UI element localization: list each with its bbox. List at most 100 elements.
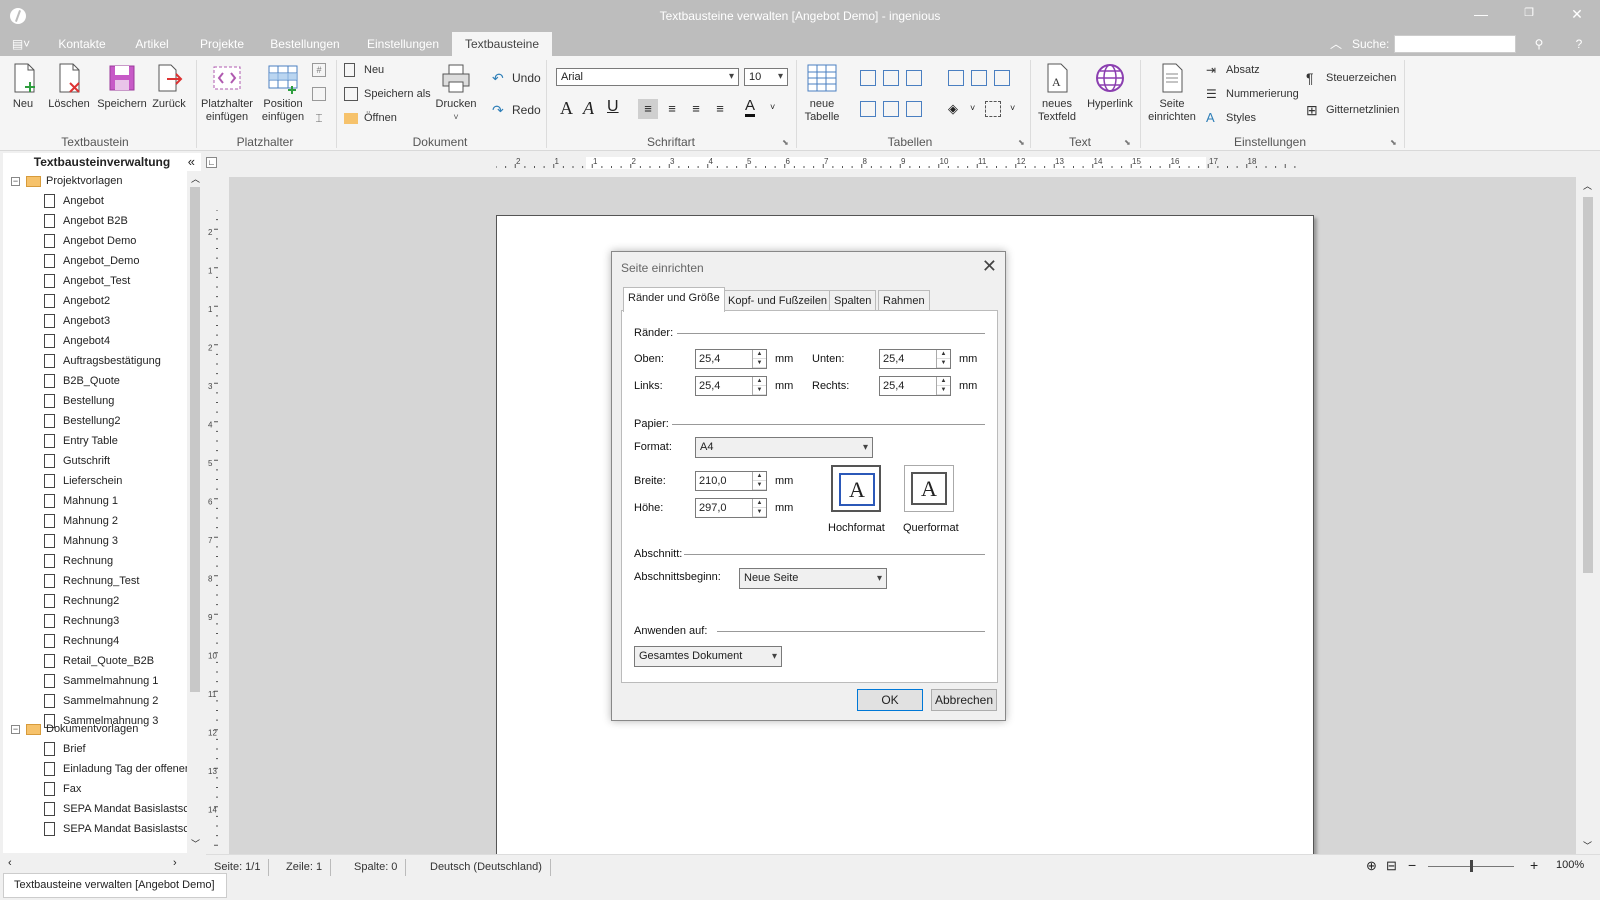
- tree-item[interactable]: Sammelmahnung 1: [44, 671, 158, 691]
- hash-icon[interactable]: #: [312, 63, 326, 77]
- app-menu-icon[interactable]: ▤˅: [10, 32, 32, 56]
- tree-item[interactable]: Rechnung4: [44, 631, 119, 651]
- fit-page-icon[interactable]: ⊕: [1366, 858, 1377, 874]
- tree-item[interactable]: Sammelmahnung 2: [44, 691, 158, 711]
- tree-item[interactable]: Einladung Tag der offener: [44, 759, 187, 779]
- insert-row-above-icon[interactable]: [860, 101, 876, 117]
- zoom-out-icon[interactable]: −: [1408, 857, 1416, 873]
- help-icon[interactable]: ?: [1570, 32, 1588, 56]
- tree-item[interactable]: Bestellung2: [44, 411, 121, 431]
- fit-width-icon[interactable]: ⊟: [1386, 858, 1397, 874]
- close-icon[interactable]: ✕: [982, 256, 997, 277]
- insert-row-below-icon[interactable]: [883, 101, 899, 117]
- chevron-down-icon[interactable]: ˅: [1010, 103, 1015, 113]
- horizontal-ruler[interactable]: ∟ 2 1 1 2 3 4 5 6 7 8 9 10 11 12 13 14 15 16 17 18: [206, 153, 1579, 175]
- steuerzeichen-button[interactable]: ¶ Steuerzeichen: [1306, 68, 1396, 88]
- column-width-icon[interactable]: [994, 70, 1010, 86]
- tab-einstellungen[interactable]: Einstellungen: [360, 32, 446, 56]
- nummerierung-button[interactable]: ☰ Nummerierung: [1206, 84, 1299, 104]
- tree-item[interactable]: Angebot2: [44, 291, 110, 311]
- tab-artikel[interactable]: Artikel: [124, 32, 180, 56]
- zoom-slider-thumb[interactable]: [1470, 860, 1473, 872]
- tree-item[interactable]: Angebot_Demo: [44, 251, 139, 271]
- scroll-left-icon[interactable]: ‹: [8, 857, 12, 869]
- vertical-ruler[interactable]: 2 1 1 2 3 4 5 6 7 8 9 10 11 12 13 14: [206, 175, 228, 855]
- neues-textfeld-button[interactable]: A neues Textfeld: [1034, 62, 1080, 124]
- align-right-icon[interactable]: ≡: [686, 99, 706, 119]
- hochformat-option[interactable]: A: [831, 465, 881, 512]
- spinner-icon[interactable]: ▲ ▼: [752, 377, 766, 395]
- tree-item[interactable]: Angebot_Test: [44, 271, 130, 291]
- speichern-button[interactable]: Speichern: [96, 62, 148, 111]
- oben-input[interactable]: 25,4 ▲ ▼: [695, 349, 767, 369]
- speichern-als-button[interactable]: Speichern als: [344, 84, 431, 104]
- dokument-neu-button[interactable]: Neu: [344, 60, 384, 80]
- rechts-input[interactable]: 25,4 ▲ ▼: [879, 376, 951, 396]
- delete-row-icon[interactable]: [906, 101, 922, 117]
- spinner-icon[interactable]: ▲ ▼: [752, 472, 766, 490]
- collapse-toggle-icon[interactable]: −: [11, 724, 20, 734]
- links-input[interactable]: 25,4 ▲ ▼: [695, 376, 767, 396]
- spinner-icon[interactable]: ▲ ▼: [936, 377, 950, 395]
- open-window-tab[interactable]: Textbausteine verwalten [Angebot Demo]: [3, 873, 227, 898]
- collapse-panel-icon[interactable]: «: [188, 153, 195, 171]
- minimize-button[interactable]: —: [1466, 6, 1496, 26]
- tree-item[interactable]: Rechnung2: [44, 591, 119, 611]
- tab-rahmen[interactable]: Rahmen: [878, 290, 930, 311]
- font-grow-icon[interactable]: A: [560, 98, 573, 119]
- scroll-up-icon[interactable]: ︿: [1583, 179, 1592, 192]
- anwenden-select[interactable]: Gesamtes Dokument ▾: [634, 646, 782, 667]
- tree-folder-projektvorlagen[interactable]: − Projektvorlagen: [11, 171, 122, 191]
- align-justify-icon[interactable]: ≡: [710, 99, 730, 119]
- abschnittsbeginn-select[interactable]: Neue Seite ▾: [739, 568, 887, 589]
- querformat-option[interactable]: A: [904, 465, 954, 512]
- split-cells-icon[interactable]: [971, 70, 987, 86]
- close-window-button[interactable]: ✕: [1562, 6, 1592, 26]
- position-einfuegen-button[interactable]: Position einfügen: [260, 62, 306, 124]
- tab-projekte[interactable]: Projekte: [190, 32, 254, 56]
- restore-button[interactable]: ❐: [1514, 6, 1544, 26]
- tree-item[interactable]: Lieferschein: [44, 471, 122, 491]
- insert-column-left-icon[interactable]: [860, 70, 876, 86]
- loeschen-button[interactable]: Löschen: [46, 62, 92, 111]
- search-input[interactable]: [1394, 35, 1516, 53]
- tab-kontakte[interactable]: Kontakte: [48, 32, 116, 56]
- underline-icon[interactable]: U: [607, 98, 619, 116]
- tree-vertical-scrollbar[interactable]: ︿ ﹀: [188, 171, 202, 853]
- tree-horizontal-scrollbar[interactable]: ‹ ›: [3, 856, 201, 873]
- dialog-launcher-icon[interactable]: ⬊: [1018, 138, 1025, 147]
- tree-item[interactable]: Rechnung_Test: [44, 571, 139, 591]
- borders-icon[interactable]: [985, 101, 1001, 117]
- tab-bestellungen[interactable]: Bestellungen: [262, 32, 348, 56]
- hoehe-input[interactable]: 297,0 ▲ ▼: [695, 498, 767, 518]
- copy-icon[interactable]: [312, 87, 326, 101]
- tab-stop-icon[interactable]: ∟: [206, 157, 217, 168]
- tree-item[interactable]: Angebot4: [44, 331, 110, 351]
- align-left-icon[interactable]: ≡: [638, 99, 658, 119]
- tree-item[interactable]: Angebot3: [44, 311, 110, 331]
- cancel-button[interactable]: Abbrechen: [931, 689, 997, 711]
- scroll-thumb[interactable]: [190, 187, 200, 692]
- tree-item[interactable]: Entry Table: [44, 431, 118, 451]
- binoculars-icon[interactable]: ⚲: [1530, 32, 1548, 56]
- zurueck-button[interactable]: Zurück: [150, 62, 188, 111]
- font-size-select[interactable]: 10 ▾: [744, 68, 788, 86]
- tab-textbausteine[interactable]: Textbausteine: [452, 32, 552, 56]
- tree-item[interactable]: Rechnung3: [44, 611, 119, 631]
- align-center-icon[interactable]: ≡: [662, 99, 682, 119]
- styles-button[interactable]: A Styles: [1206, 108, 1256, 128]
- spacing-icon[interactable]: ⌶: [312, 111, 326, 125]
- collapse-toggle-icon[interactable]: −: [11, 176, 20, 186]
- tree-item[interactable]: Retail_Quote_B2B: [44, 651, 154, 671]
- scroll-down-icon[interactable]: ﹀: [191, 837, 200, 850]
- document-vertical-scrollbar[interactable]: ︿ ﹀: [1579, 177, 1597, 855]
- gitternetzlinien-button[interactable]: ⊞ Gitternetzlinien: [1306, 100, 1399, 120]
- breite-input[interactable]: 210,0 ▲ ▼: [695, 471, 767, 491]
- oeffnen-button[interactable]: Öffnen: [344, 108, 397, 128]
- undo-button[interactable]: ↶ Undo: [492, 68, 541, 88]
- tree-item[interactable]: Mahnung 3: [44, 531, 118, 551]
- seite-einrichten-button[interactable]: Seite einrichten: [1144, 62, 1200, 124]
- spinner-icon[interactable]: ▲ ▼: [752, 350, 766, 368]
- tree-folder-dokumentvorlagen[interactable]: − Dokumentvorlagen: [11, 719, 138, 739]
- drucken-button[interactable]: Drucken ˅: [434, 62, 478, 124]
